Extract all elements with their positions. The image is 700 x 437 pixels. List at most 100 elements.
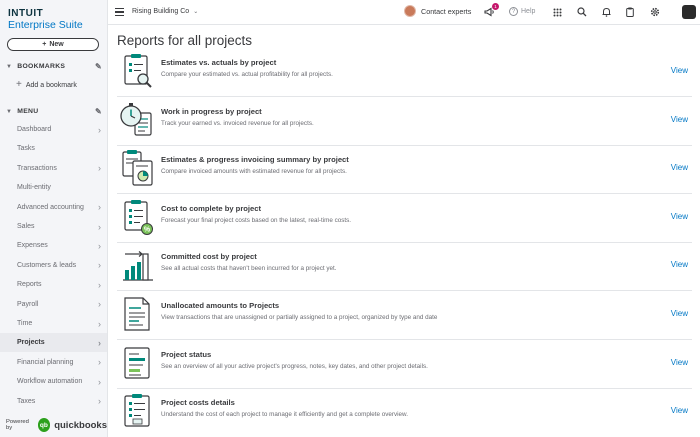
plus-icon: +: [16, 79, 22, 90]
megaphone-icon[interactable]: 1: [483, 3, 499, 18]
report-description: Compare invoiced amounts with estimated …: [161, 168, 347, 176]
edit-menu-icon[interactable]: ✎: [95, 107, 102, 116]
sidebar-item-payroll[interactable]: Payroll ›: [0, 295, 107, 314]
report-row: Project costs details Understand the cost…: [117, 388, 692, 437]
view-report-link[interactable]: View: [671, 260, 688, 269]
menu-header[interactable]: ▼ MENU ✎: [6, 107, 102, 116]
add-bookmark-label: Add a bookmark: [25, 81, 77, 89]
company-switcher[interactable]: Rising Building Co ⌄: [132, 8, 198, 15]
sidebar-item-label: Customers & leads: [17, 261, 77, 269]
clipboard-icon[interactable]: [624, 6, 636, 18]
report-row: Work in progress by project Track your ea…: [117, 97, 692, 146]
view-report-link[interactable]: View: [671, 66, 688, 75]
chevron-right-icon: ›: [98, 357, 101, 368]
quickbooks-wordmark: quickbooks: [54, 419, 107, 431]
sidebar-item-label: Workflow automation: [17, 378, 83, 386]
page-title: Reports for all projects: [117, 33, 253, 48]
chevron-right-icon: ›: [98, 396, 101, 407]
report-description: See an overview of all your active proje…: [161, 362, 428, 370]
percent-report-icon: %: [119, 198, 155, 236]
report-description: Understand the cost of each project to m…: [161, 411, 409, 419]
bookmarks-header[interactable]: ▼ BOOKMARKS ✎: [6, 62, 102, 71]
sidebar-item-time[interactable]: Time ›: [0, 314, 107, 333]
sidebar-item-sales[interactable]: Sales ›: [0, 217, 107, 236]
help-label: Help: [521, 8, 536, 15]
hamburger-menu-icon[interactable]: [115, 8, 124, 16]
sidebar-item-transactions[interactable]: Transactions ›: [0, 159, 107, 178]
view-report-link[interactable]: View: [671, 406, 688, 415]
chevron-right-icon: ›: [98, 318, 101, 329]
sidebar-item-tasks[interactable]: Tasks: [0, 139, 107, 158]
apps-grid-icon[interactable]: [551, 6, 563, 18]
add-bookmark-button[interactable]: + Add a bookmark: [16, 79, 77, 90]
chevron-right-icon: ›: [98, 279, 101, 290]
sidebar-item-multi-entity[interactable]: Multi-entity: [0, 178, 107, 197]
sidebar-item-label: Payroll: [17, 300, 39, 308]
contact-experts-button[interactable]: Contact experts: [404, 5, 471, 17]
top-bar: Rising Building Co ⌄ Contact experts 1 ?…: [108, 0, 700, 25]
status-report-icon: [119, 344, 155, 382]
chevron-right-icon: ›: [98, 337, 101, 348]
report-title: Estimates & progress invoicing summary b…: [161, 155, 349, 165]
plus-icon: +: [42, 41, 47, 48]
checklist-report-icon: [119, 392, 155, 430]
help-button[interactable]: ? Help: [509, 7, 535, 16]
document-report-icon: [119, 295, 155, 333]
chevron-right-icon: ›: [98, 376, 101, 387]
report-row: Estimates vs. actuals by project Compare …: [117, 48, 692, 97]
sidebar-item-financial-planning[interactable]: Financial planning ›: [0, 353, 107, 372]
sidebar-item-label: Transactions: [17, 164, 57, 172]
sidebar-item-label: Expenses: [17, 242, 48, 250]
report-title: Estimates vs. actuals by project: [161, 58, 277, 67]
notification-badge: 1: [492, 3, 499, 10]
report-title: Committed cost by project: [161, 252, 257, 262]
chevron-right-icon: ›: [98, 221, 101, 232]
view-report-link[interactable]: View: [671, 115, 688, 124]
sidebar-item-customers-leads[interactable]: Customers & leads ›: [0, 256, 107, 275]
gear-icon[interactable]: [649, 6, 661, 18]
help-icon: ?: [509, 7, 518, 16]
sidebar-item-taxes[interactable]: Taxes ›: [0, 392, 107, 411]
chevron-down-icon: ⌄: [193, 9, 199, 15]
sidebar-item-reports[interactable]: Reports ›: [0, 275, 107, 294]
chevron-right-icon: ›: [98, 260, 101, 271]
brand-name: INTUIT: [8, 8, 44, 19]
report-description: View transactions that are unassigned or…: [161, 314, 438, 321]
search-icon[interactable]: [576, 6, 588, 18]
sidebar-item-label: Tasks: [17, 145, 35, 153]
bookmarks-title: BOOKMARKS: [17, 63, 66, 70]
sidebar-item-expenses[interactable]: Expenses ›: [0, 236, 107, 255]
intuit-logo[interactable]: INTUIT Enterprise Suite: [8, 8, 83, 31]
chevron-right-icon: ›: [98, 240, 101, 251]
user-avatar[interactable]: [682, 5, 696, 19]
report-description: Forecast your final project costs based …: [161, 216, 352, 224]
product-name: Enterprise Suite: [8, 19, 83, 31]
sidebar: INTUIT Enterprise Suite + New ▼ BOOKMARK…: [0, 0, 108, 437]
sidebar-item-workflow-automation[interactable]: Workflow automation ›: [0, 372, 107, 391]
edit-bookmarks-icon[interactable]: ✎: [95, 62, 102, 71]
stopwatch-report-icon: [119, 101, 155, 139]
new-button[interactable]: + New: [7, 38, 99, 51]
report-title: Project status: [161, 349, 212, 359]
view-report-link[interactable]: View: [671, 163, 688, 172]
view-report-link[interactable]: View: [671, 212, 688, 221]
sidebar-item-label: Projects: [17, 339, 45, 347]
company-name: Rising Building Co: [132, 8, 190, 15]
sidebar-item-label: Advanced accounting: [17, 203, 84, 211]
report-title: Project costs details: [161, 398, 235, 408]
view-report-link[interactable]: View: [671, 358, 688, 367]
new-button-label: New: [49, 41, 64, 48]
report-row: Estimates & progress invoicing summary b…: [117, 145, 692, 195]
sidebar-item-label: Time: [17, 320, 33, 327]
sidebar-item-dashboard[interactable]: Dashboard ›: [0, 120, 107, 139]
chevron-right-icon: ›: [98, 124, 101, 135]
sidebar-item-projects[interactable]: Projects ›: [0, 333, 107, 353]
bell-icon[interactable]: [600, 6, 612, 18]
menu-title: MENU: [17, 108, 39, 115]
sidebar-item-label: Financial planning: [17, 358, 74, 366]
sidebar-item-advanced-accounting[interactable]: Advanced accounting ›: [0, 198, 107, 217]
report-row: Committed cost by project See all actual …: [117, 242, 692, 292]
pie-report-icon: [119, 149, 155, 187]
view-report-link[interactable]: View: [671, 309, 688, 318]
sidebar-item-label: Taxes: [17, 397, 36, 405]
